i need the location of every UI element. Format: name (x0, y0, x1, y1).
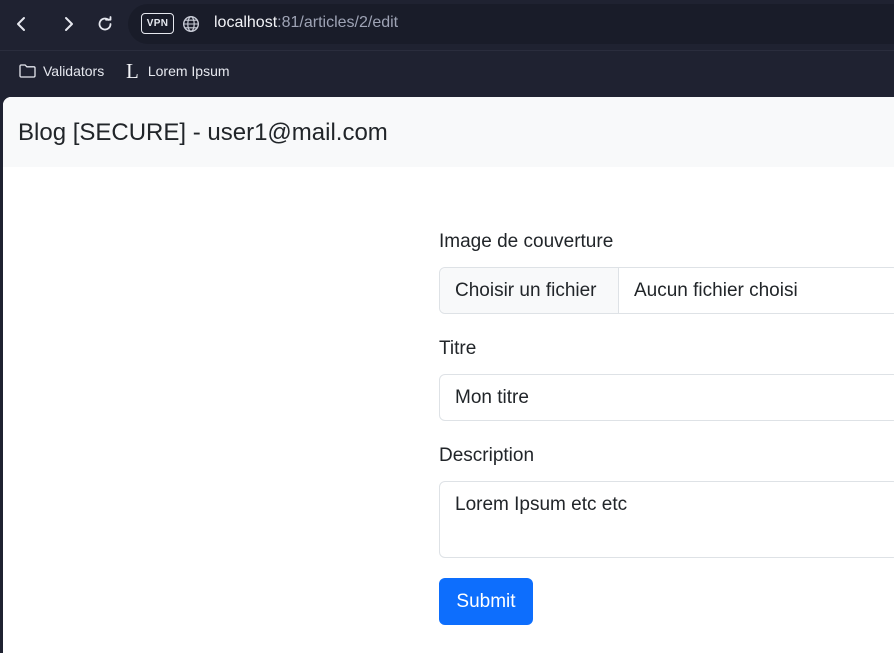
description-label: Description (439, 445, 535, 466)
navbar-brand[interactable]: Blog [SECURE] - user1@mail.com (18, 119, 388, 147)
bookmark-l-icon: L (126, 59, 139, 83)
url-host: localhost (214, 14, 278, 31)
globe-icon (182, 15, 200, 33)
file-status-text: Aucun fichier choisi (634, 279, 798, 301)
browser-toolbar: VPN localhost:81/articles/2/edit (0, 0, 894, 48)
bookmark-label: Lorem Ipsum (147, 63, 230, 79)
page-viewport: Blog [SECURE] - user1@mail.com Image de … (3, 97, 894, 653)
vpn-badge[interactable]: VPN (141, 13, 174, 34)
bookmark-label: Validators (43, 63, 105, 79)
bookmark-lorem-ipsum[interactable]: L Lorem Ipsum (126, 59, 230, 83)
submit-button[interactable]: Submit (439, 578, 533, 625)
description-textarea[interactable]: Lorem Ipsum etc etc (439, 481, 894, 558)
bookmark-validators[interactable]: Validators (19, 63, 104, 79)
url-path: :81/articles/2/edit (277, 14, 399, 31)
url-text[interactable]: localhost:81/articles/2/edit (214, 14, 398, 32)
bookmarks-bar: Validators L Lorem Ipsum (0, 50, 894, 92)
chevron-left-icon (17, 17, 25, 31)
folder-icon (19, 64, 36, 78)
description-textarea-value: Lorem Ipsum etc etc (455, 494, 628, 515)
navbar: Blog [SECURE] - user1@mail.com (3, 97, 894, 167)
reload-button[interactable] (89, 8, 121, 40)
cover-image-label: Image de couverture (439, 231, 614, 252)
chevron-right-icon (65, 17, 73, 31)
title-input[interactable]: Mon titre (439, 374, 894, 421)
title-label: Titre (439, 338, 477, 359)
address-bar[interactable]: VPN localhost:81/articles/2/edit (128, 4, 894, 44)
reload-icon (98, 16, 112, 31)
title-input-value: Mon titre (455, 387, 529, 408)
cover-image-file-input[interactable]: Choisir un fichier Aucun fichier choisi (439, 267, 894, 314)
back-button[interactable] (6, 8, 38, 40)
choose-file-button[interactable]: Choisir un fichier (440, 268, 619, 313)
forward-button[interactable] (52, 8, 84, 40)
